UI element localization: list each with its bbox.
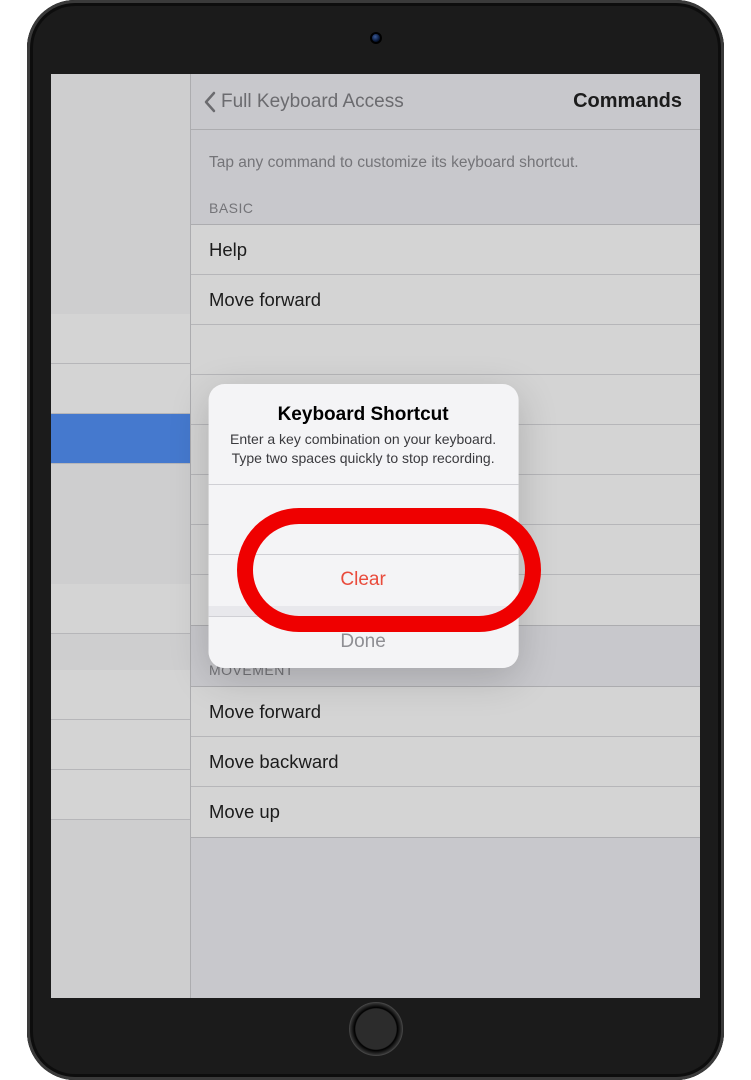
command-row-move-forward[interactable]: Move forward: [191, 687, 700, 737]
shortcut-input-area[interactable]: [208, 484, 518, 554]
sidebar-item[interactable]: ss: [51, 314, 190, 364]
dialog-title: Keyboard Shortcut: [226, 404, 500, 426]
navigation-bar: Full Keyboard Access Commands: [191, 74, 700, 130]
home-button[interactable]: [349, 1002, 403, 1056]
command-row-move-forward[interactable]: Move forward: [191, 275, 700, 325]
screen: ss ck de Full Keyboard Access Commands: [51, 74, 700, 998]
sidebar-item-selected[interactable]: [51, 414, 190, 464]
command-row-move-backward[interactable]: Move backward: [191, 737, 700, 787]
clear-button[interactable]: Clear: [208, 554, 518, 606]
done-button[interactable]: Done: [208, 616, 518, 668]
chevron-left-icon: [203, 91, 217, 113]
command-row-move-up[interactable]: Move up: [191, 787, 700, 837]
page-title: Commands: [573, 90, 682, 113]
movement-list: Move forward Move backward Move up: [191, 686, 700, 838]
ipad-frame: ss ck de Full Keyboard Access Commands: [27, 0, 724, 1080]
sidebar-item[interactable]: de: [51, 584, 190, 634]
sidebar-item[interactable]: [51, 720, 190, 770]
dialog-message: Enter a key combination on your keyboard…: [226, 430, 500, 468]
back-label: Full Keyboard Access: [221, 91, 404, 113]
back-button[interactable]: Full Keyboard Access: [203, 91, 404, 113]
dialog-separator: [208, 606, 518, 616]
sidebar-item[interactable]: ck: [51, 364, 190, 414]
front-camera: [370, 32, 382, 44]
keyboard-shortcut-dialog: Keyboard Shortcut Enter a key combinatio…: [208, 384, 518, 668]
command-row-help[interactable]: Help: [191, 225, 700, 275]
sidebar-item[interactable]: [51, 770, 190, 820]
section-header-basic: BASIC: [191, 200, 700, 224]
sidebar-item[interactable]: [51, 670, 190, 720]
settings-sidebar: ss ck de: [51, 74, 191, 998]
hint-text: Tap any command to customize its keyboar…: [191, 154, 700, 200]
command-row[interactable]: [191, 325, 700, 375]
dialog-header: Keyboard Shortcut Enter a key combinatio…: [208, 384, 518, 484]
